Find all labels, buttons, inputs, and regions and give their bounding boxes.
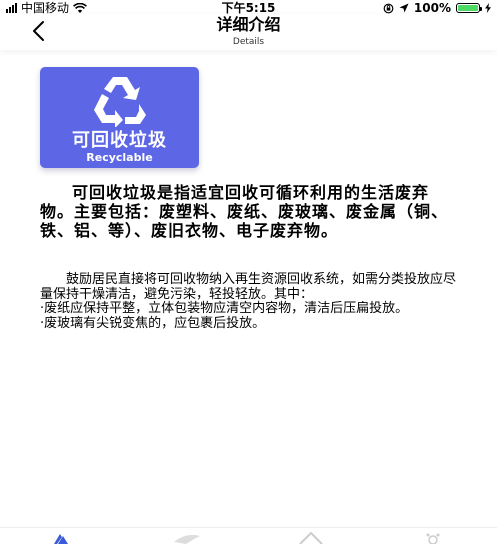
card-title: 可回收垃圾	[72, 130, 167, 151]
category-card: 可回收垃圾 Recyclable	[40, 67, 199, 168]
nav-header: 详细介绍 Details	[0, 14, 497, 50]
orientation-lock-icon	[383, 3, 394, 13]
recycle-icon	[94, 77, 146, 127]
detail-bullet: ·废玻璃有尖锐变焦的，应包裹后投放。	[40, 315, 266, 331]
detail-section: 鼓励居民直接将可回收物纳入再生资源回收系统，如需分类投放应尽量保持干燥清洁，避免…	[40, 272, 460, 331]
page-subtitle: Details	[232, 37, 265, 47]
card-subtitle: Recyclable	[86, 151, 153, 164]
location-icon	[399, 3, 409, 13]
battery-icon	[456, 3, 482, 13]
charging-icon	[485, 3, 491, 13]
tab-bar	[0, 527, 497, 544]
page-title: 详细介绍	[216, 15, 281, 34]
detail-paragraph: 鼓励居民直接将可回收物纳入再生资源回收系统，如需分类投放应尽量保持干燥清洁，避免…	[40, 272, 457, 302]
intro-text: 可回收垃圾是指适宜回收可循环利用的生活废弃物。主要包括：废塑料、废纸、废玻璃、废…	[40, 183, 449, 240]
detail-bullet: ·废纸应保持平整，立体包装物应清空内容物，清洁后压扁投放。	[40, 301, 409, 316]
